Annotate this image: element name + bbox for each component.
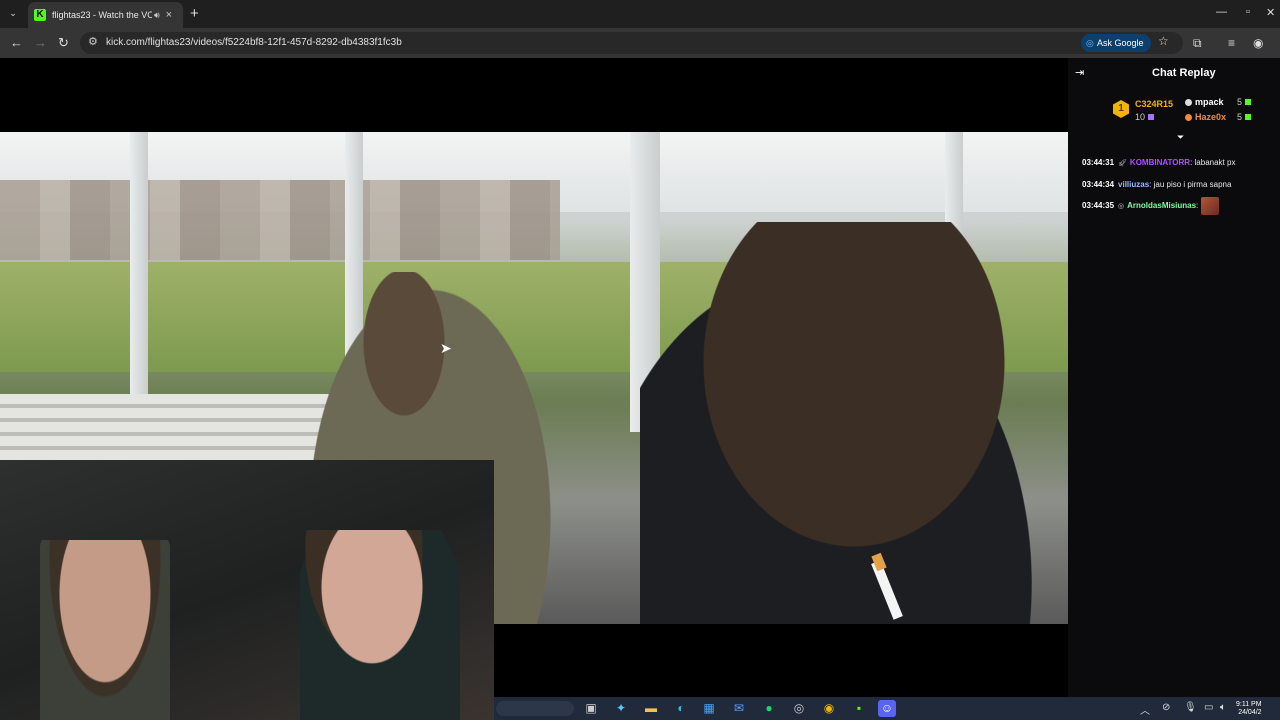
leader-3-name-wrap[interactable]: Haze0x <box>1185 112 1226 122</box>
media-control-icon[interactable]: ≡ <box>1228 36 1235 50</box>
browser-tab[interactable]: K flightas23 - Watch the VOD 🔊︎ × <box>28 2 183 28</box>
google-lens-icon: ◎ <box>1086 38 1094 48</box>
back-icon[interactable]: ← <box>10 35 23 50</box>
leader-1-name[interactable]: C324R15 <box>1135 99 1173 109</box>
chat-replay-panel: ⇥ Chat Replay 1 C324R15 10 mpack 5 Haze0… <box>1068 58 1280 697</box>
copilot-icon[interactable]: ✦ <box>612 700 630 717</box>
forward-icon[interactable]: → <box>34 35 47 50</box>
expand-leaderboard-icon[interactable]: ⏷ <box>1177 132 1184 143</box>
tab-search-icon[interactable]: ⌄ <box>6 6 20 20</box>
video-buildings <box>0 180 560 260</box>
minimize-icon[interactable]: — <box>1216 6 1227 18</box>
chat-header: ⇥ Chat Replay <box>1068 58 1280 88</box>
webcam-person-right <box>300 530 460 720</box>
collapse-chat-icon[interactable]: ⇥ <box>1075 66 1084 79</box>
extensions-icon[interactable]: ⧉ <box>1193 36 1202 51</box>
speaker-icon[interactable]: 🔊︎ <box>154 10 160 21</box>
tab-title: flightas23 - Watch the VOD <box>52 10 152 20</box>
rank-medal-icon: 1 <box>1113 100 1129 118</box>
taskbar-clock[interactable]: 9:11 PM 24/04/2 <box>1236 701 1262 717</box>
taskbar-time: 9:11 PM <box>1236 701 1262 708</box>
tray-mic-icon[interactable]: 🎙︎ <box>1184 702 1197 713</box>
leader-2-count-wrap: 5 <box>1237 97 1252 107</box>
leader-3-name: Haze0x <box>1195 112 1227 122</box>
taskbar-date: 24/04/2 <box>1238 709 1262 716</box>
maximize-icon[interactable]: ▫ <box>1246 6 1250 18</box>
taskbar-search[interactable] <box>496 701 574 716</box>
webcam-overlay <box>0 460 494 720</box>
chat-messages: 03:44:31 🚀︎ KOMBINATORR: labanakt px 03:44… <box>1082 152 1278 217</box>
rocket-badge-icon: 🚀︎ <box>1118 160 1127 167</box>
leader-3-count: 5 <box>1237 112 1243 122</box>
ask-google-label: Ask Google <box>1097 38 1144 48</box>
close-tab-icon[interactable]: × <box>166 9 172 21</box>
spotify-icon[interactable]: ● <box>760 700 778 717</box>
reload-icon[interactable]: ↻ <box>58 35 69 51</box>
tray-volume-icon[interactable]: 🔈︎ <box>1220 702 1226 713</box>
task-view-icon[interactable]: ▣ <box>582 700 600 717</box>
profile-icon[interactable]: ◉ <box>1253 36 1263 50</box>
bookmark-star-icon[interactable]: ☆ <box>1158 34 1169 48</box>
chat-message: 03:44:34 villiuzas: jau piso i pirma sapn… <box>1082 174 1278 195</box>
url-text: kick.com/flightas23/videos/f5224bf8-12f1… <box>106 37 402 48</box>
mail-icon[interactable]: ✉ <box>730 700 748 717</box>
app-icon[interactable]: ◎ <box>790 700 808 717</box>
kick-app-icon[interactable]: ▪ <box>850 700 868 717</box>
message-text: : jau piso i pirma sapna <box>1149 180 1232 189</box>
sub-badge-icon <box>1148 114 1155 120</box>
tray-network-icon[interactable]: ⊘ <box>1162 702 1170 713</box>
sub-badge-icon <box>1245 114 1252 120</box>
tray-chevron-icon[interactable]: ︿ <box>1140 702 1150 717</box>
emote-icon <box>1200 196 1219 215</box>
message-user[interactable]: ArnoldasMisiunas <box>1127 201 1196 210</box>
discord-icon[interactable]: ☺ <box>878 700 896 717</box>
close-window-icon[interactable]: ✕ <box>1266 6 1275 19</box>
leader-badge-icon <box>1185 99 1192 107</box>
mouse-cursor-icon: ➤ <box>440 340 452 356</box>
video-pillar <box>130 132 148 432</box>
leader-1-count-wrap: 10 <box>1135 112 1155 122</box>
kick-favicon-icon: K <box>34 9 46 21</box>
leader-2-name: mpack <box>1195 97 1224 107</box>
leader-2-name-wrap[interactable]: mpack <box>1185 97 1224 107</box>
eye-badge-icon: ◎ <box>1118 203 1125 210</box>
chat-message: 03:44:31 🚀︎ KOMBINATORR: labanakt px <box>1082 152 1278 174</box>
leader-3-count-wrap: 5 <box>1237 112 1252 122</box>
webcam-person-left <box>40 540 170 720</box>
message-user[interactable]: villiuzas <box>1118 180 1149 189</box>
leader-1-count: 10 <box>1135 112 1146 122</box>
address-bar[interactable]: ⚙ kick.com/flightas23/videos/f5224bf8-12… <box>80 32 1183 54</box>
tray-monitor-icon[interactable]: ▭ <box>1204 702 1213 713</box>
chat-message: 03:44:35 ◎ ArnoldasMisiunas: <box>1082 195 1278 217</box>
tab-strip: ⌄ K flightas23 - Watch the VOD 🔊︎ × + — … <box>0 0 1280 28</box>
edge-icon[interactable]: ◐ <box>672 700 690 717</box>
leader-badge-icon <box>1185 114 1192 122</box>
sub-badge-icon <box>1245 99 1252 105</box>
message-text: : <box>1196 201 1199 210</box>
site-info-icon[interactable]: ⚙ <box>88 35 98 48</box>
browser-toolbar: ← → ↻ ⚙ kick.com/flightas23/videos/f5224… <box>0 28 1280 58</box>
gift-leaderboard: 1 C324R15 10 mpack 5 Haze0x 5 <box>1068 92 1280 132</box>
message-time: 03:44:35 <box>1082 201 1115 210</box>
leader-2-count: 5 <box>1237 97 1243 107</box>
windows-taskbar: ▣ ✦ ▬ ◐ ▦ ✉ ● ◎ ◉ ▪ ☺ ︿ ⊘ 🎙︎ ▭ 🔈︎ 9:11 P… <box>494 697 1280 720</box>
message-time: 03:44:34 <box>1082 180 1115 189</box>
file-explorer-icon[interactable]: ▬ <box>642 700 660 717</box>
video-person-right <box>640 222 1068 624</box>
message-user[interactable]: KOMBINATORR <box>1130 158 1190 167</box>
message-time: 03:44:31 <box>1082 158 1115 167</box>
ask-google-button[interactable]: ◎ Ask Google <box>1081 34 1151 52</box>
chat-title: Chat Replay <box>1152 67 1216 79</box>
chrome-icon[interactable]: ◉ <box>820 700 838 717</box>
new-tab-button[interactable]: + <box>190 5 199 22</box>
store-icon[interactable]: ▦ <box>700 700 718 717</box>
message-text: : labanakt px <box>1190 158 1236 167</box>
